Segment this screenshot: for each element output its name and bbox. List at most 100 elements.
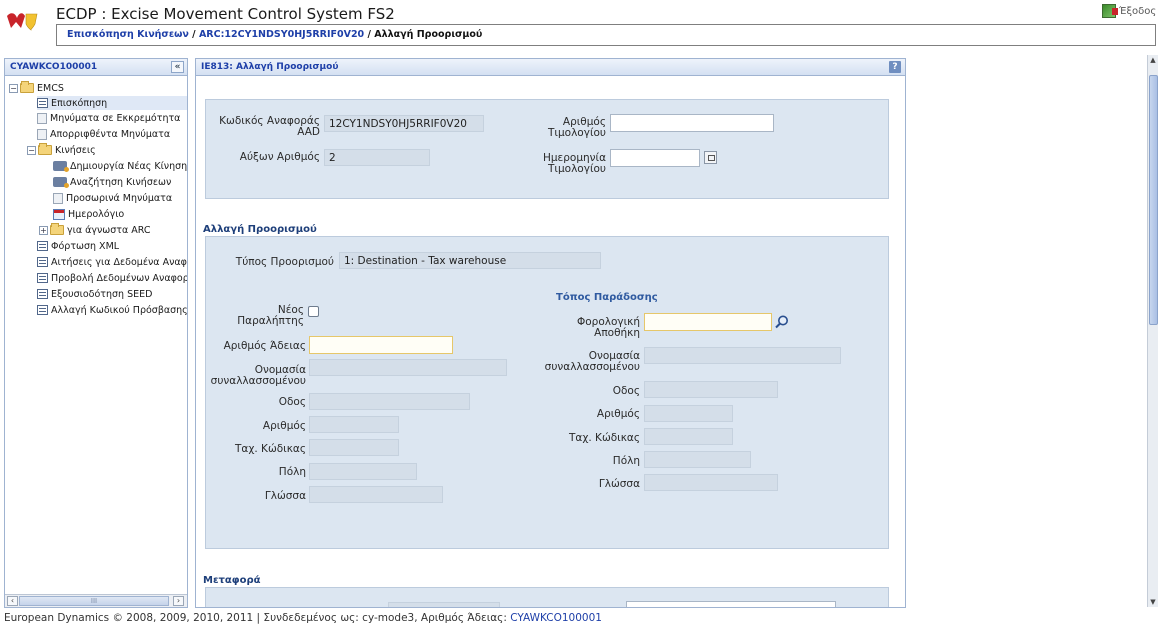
new-movement-icon bbox=[53, 161, 69, 172]
tree-item-calendar[interactable]: Ημερολόγιο bbox=[53, 207, 124, 221]
sidebar-title: CYAWKCO100001 bbox=[10, 62, 98, 72]
tree-item-change-password[interactable]: Αλλαγή Κωδικού Πρόσβασης bbox=[37, 303, 187, 317]
place-of-delivery-heading: Τόπος Παράδοσης bbox=[556, 292, 658, 303]
tree-item-label: Απορριφθέντα Μηνύματα bbox=[50, 128, 171, 140]
trader-name-label-line2: συναλλασσομένου bbox=[210, 375, 306, 387]
exit-icon bbox=[1102, 4, 1118, 18]
arc-value: 12CY1NDSY0HJ5RRIF0V20 bbox=[324, 115, 484, 132]
tree-item-seed-authorisation[interactable]: Εξουσιοδότηση SEED bbox=[37, 287, 152, 301]
consignee-street-label: Οδος bbox=[278, 396, 306, 408]
delivery-postcode-label: Ταχ. Κώδικας bbox=[568, 432, 640, 444]
form-icon bbox=[37, 289, 48, 299]
tree-item-movements[interactable]: − Κινήσεις bbox=[27, 143, 96, 157]
arc-label-line2: AAD bbox=[297, 126, 320, 138]
sidebar: CYAWKCO100001 « − EMCS Επισκόπηση Μηνύμα… bbox=[4, 58, 188, 608]
scrollbar-thumb[interactable]: III bbox=[19, 596, 169, 606]
exit-label: Έξοδος bbox=[1119, 5, 1157, 17]
exit-button[interactable]: Έξοδος bbox=[1102, 4, 1156, 18]
scroll-down-icon[interactable]: ▼ bbox=[1148, 597, 1158, 607]
tree-item-search-movements[interactable]: Αναζήτηση Κινήσεων bbox=[53, 175, 171, 189]
sidebar-header: CYAWKCO100001 « bbox=[5, 59, 187, 76]
scrollbar-thumb[interactable] bbox=[1149, 75, 1158, 325]
calendar-icon bbox=[53, 208, 65, 220]
form-icon bbox=[37, 98, 48, 108]
calendar-picker-icon[interactable] bbox=[704, 151, 717, 164]
scroll-right-icon[interactable]: › bbox=[173, 596, 184, 606]
breadcrumb-link-arc[interactable]: ARC:12CY1NDSY0HJ5RRIF0V20 bbox=[199, 29, 364, 40]
tax-warehouse-label-line2: Αποθήκη bbox=[594, 327, 640, 339]
delivery-trader-name-value bbox=[644, 347, 841, 364]
cyprus-logo-icon bbox=[7, 13, 38, 31]
scroll-left-icon[interactable]: ‹ bbox=[7, 596, 18, 606]
collapse-toggle-icon[interactable]: − bbox=[27, 145, 36, 155]
collapse-toggle-icon[interactable]: − bbox=[9, 83, 18, 93]
sequence-number-label: Αύξων Αριθμός bbox=[239, 151, 320, 163]
delivery-street-label: Οδος bbox=[612, 385, 640, 397]
tree-item-label: Δημιουργία Νέας Κίνησης bbox=[70, 160, 188, 172]
scroll-up-icon[interactable]: ▲ bbox=[1148, 55, 1158, 65]
tree-item-draft-messages[interactable]: Προσωρινά Μηνύματα bbox=[53, 191, 172, 205]
breadcrumb-link-overview[interactable]: Επισκόπηση Κινήσεων bbox=[67, 29, 189, 40]
search-icon[interactable] bbox=[774, 314, 790, 330]
delivery-street-value bbox=[644, 381, 778, 398]
tree-item-label: Φόρτωση XML bbox=[51, 240, 120, 252]
form-icon bbox=[37, 273, 48, 283]
document-icon bbox=[37, 112, 47, 124]
expand-toggle-icon[interactable]: + bbox=[39, 225, 48, 235]
breadcrumb-current: Αλλαγή Προορισμού bbox=[374, 29, 483, 40]
tree-item-upload-xml[interactable]: Φόρτωση XML bbox=[37, 239, 119, 253]
tree-item-unknown-arc[interactable]: + για άγνωστα ARC bbox=[39, 223, 151, 237]
destination-type-label: Τύπος Προορισμού bbox=[235, 256, 334, 268]
tree-item-reference-data-requests[interactable]: Αιτήσεις για Δεδομένα Αναφοράς bbox=[37, 255, 187, 269]
footer-text: European Dynamics © 2008, 2009, 2010, 20… bbox=[4, 612, 511, 624]
breadcrumb: Επισκόπηση Κινήσεων / ARC:12CY1NDSY0HJ5R… bbox=[56, 24, 1156, 46]
tax-warehouse-label: Φορολογική Αποθήκη bbox=[548, 317, 640, 339]
consignee-city-value bbox=[309, 463, 417, 480]
delivery-trader-name-label: Ονομασία συναλλασσομένου bbox=[536, 351, 640, 373]
invoice-number-input[interactable] bbox=[610, 114, 774, 132]
tree-item-label: Προβολή Δεδομένων Αναφοράς bbox=[51, 272, 188, 284]
tree-item-label: Κινήσεις bbox=[55, 144, 96, 156]
tree-item-rejected-messages[interactable]: Απορριφθέντα Μηνύματα bbox=[37, 127, 170, 141]
invoice-date-input[interactable] bbox=[610, 149, 700, 167]
folder-open-icon bbox=[38, 143, 52, 155]
sequence-number-value: 2 bbox=[324, 149, 430, 166]
help-button[interactable]: ? bbox=[889, 61, 901, 73]
tree-item-label: Αναζήτηση Κινήσεων bbox=[70, 176, 172, 188]
page-vertical-scrollbar[interactable]: ▲ ▼ bbox=[1147, 55, 1158, 607]
tax-warehouse-input[interactable] bbox=[644, 313, 772, 331]
new-consignee-label-line2: Παραλήπτης bbox=[237, 315, 304, 327]
new-consignee-label: Νέος Παραλήπτης bbox=[236, 305, 304, 327]
main-panel: IE813: Αλλαγή Προορισμού ? Κωδικός Αναφο… bbox=[195, 58, 906, 608]
delivery-postcode-value bbox=[644, 428, 733, 445]
document-icon bbox=[37, 128, 47, 140]
footer: European Dynamics © 2008, 2009, 2010, 20… bbox=[4, 612, 602, 624]
licence-number-input[interactable] bbox=[309, 336, 453, 354]
delivery-city-value bbox=[644, 451, 751, 468]
consignee-language-value bbox=[309, 486, 443, 503]
tree-item-label: Προσωρινά Μηνύματα bbox=[66, 192, 173, 204]
tree-item-label: Επισκόπηση bbox=[51, 97, 108, 109]
tree-item-overview[interactable]: Επισκόπηση bbox=[37, 96, 187, 110]
tree-item-pending-messages[interactable]: Μηνύματα σε Εκκρεμότητα bbox=[37, 111, 180, 125]
form-icon bbox=[37, 241, 48, 251]
consignee-number-label: Αριθμός bbox=[262, 420, 306, 432]
form-icon bbox=[37, 257, 48, 267]
invoice-number-label-line2: Τιμολογίου bbox=[548, 127, 606, 139]
new-consignee-checkbox[interactable] bbox=[308, 306, 319, 317]
tree-item-new-movement[interactable]: Δημιουργία Νέας Κίνησης bbox=[53, 159, 188, 173]
invoice-number-label: Αριθμός Τιμολογίου bbox=[526, 117, 606, 139]
delivery-number-label: Αριθμός bbox=[596, 408, 640, 420]
consignee-city-label: Πόλη bbox=[278, 466, 306, 478]
sidebar-horizontal-scrollbar[interactable]: ‹ III › bbox=[5, 594, 187, 607]
footer-licence-link[interactable]: CYAWKCO100001 bbox=[510, 612, 602, 624]
transport-field-value bbox=[388, 602, 500, 607]
trader-name-label-line2: συναλλασσομένου bbox=[544, 361, 640, 373]
collapse-sidebar-button[interactable]: « bbox=[171, 61, 184, 73]
tree-item-emcs[interactable]: − EMCS bbox=[9, 81, 64, 95]
consignee-postcode-value bbox=[309, 439, 399, 456]
folder-icon bbox=[50, 223, 64, 235]
breadcrumb-separator: / bbox=[188, 29, 199, 40]
transport-select[interactable] bbox=[626, 601, 836, 607]
tree-item-view-reference-data[interactable]: Προβολή Δεδομένων Αναφοράς bbox=[37, 271, 188, 285]
